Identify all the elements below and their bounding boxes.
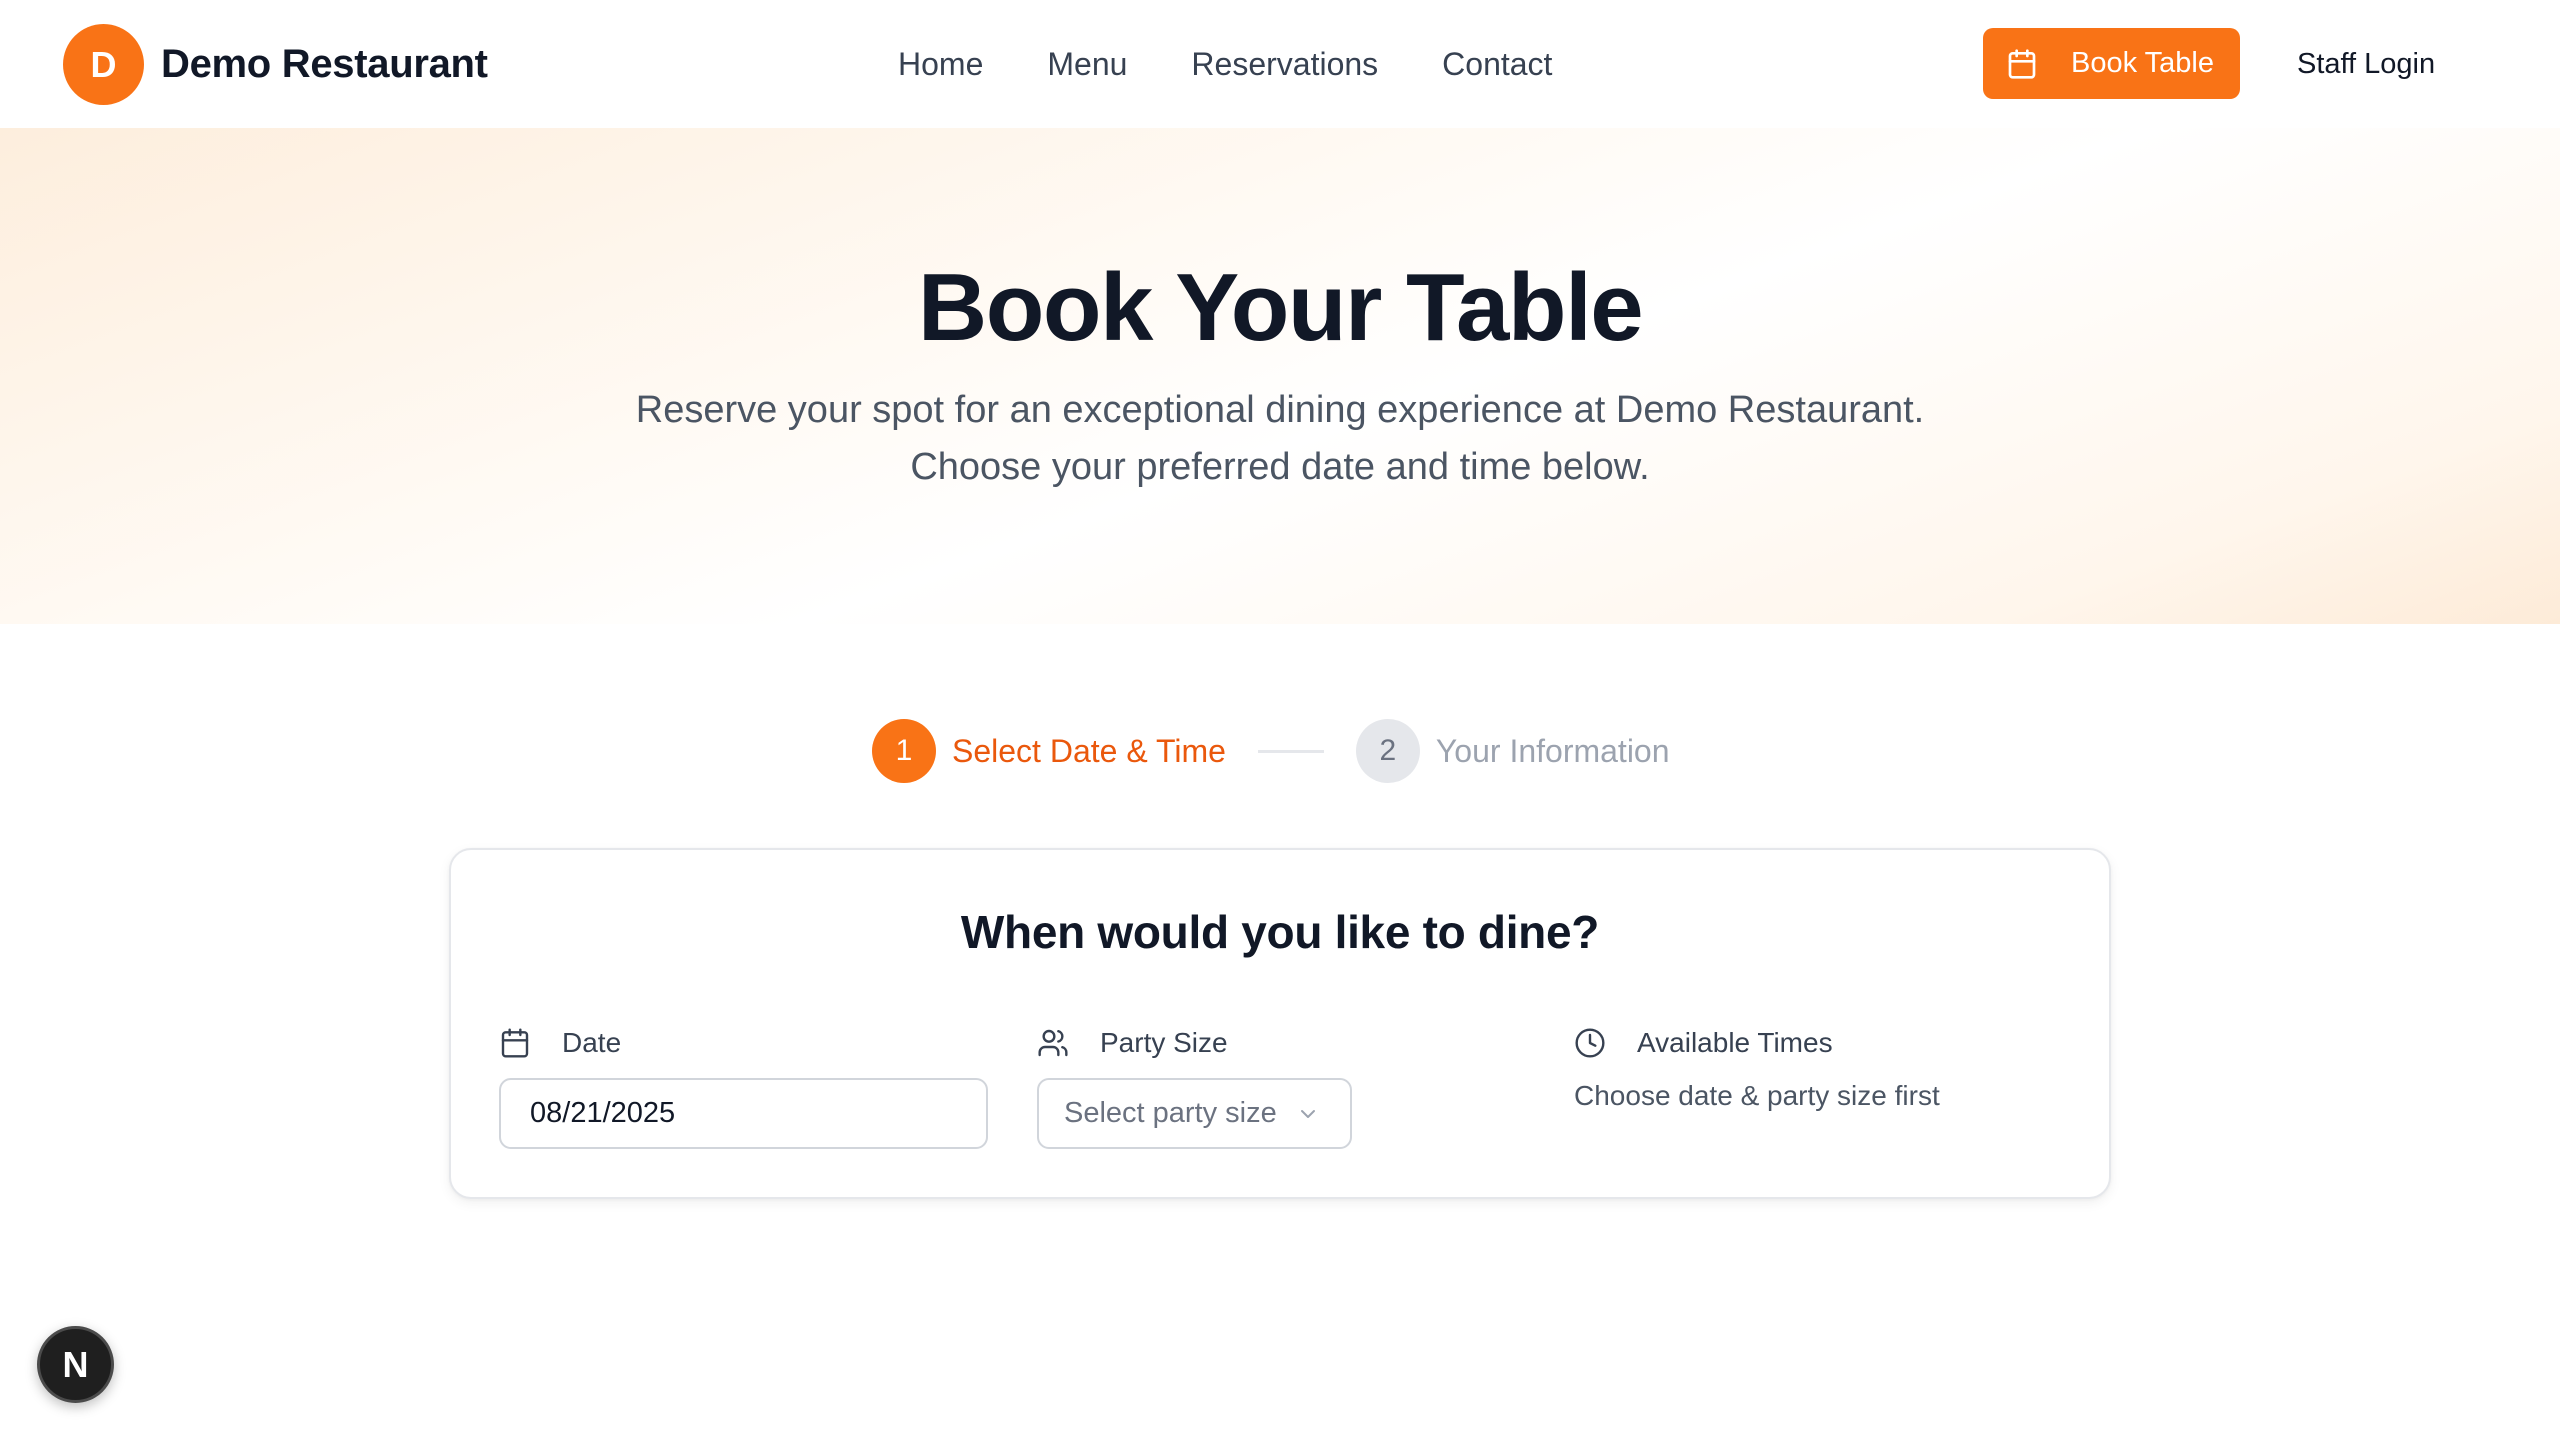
step-number: 2 <box>1355 719 1420 783</box>
step-label: Select Date & Time <box>952 732 1226 769</box>
hero-subtitle-line-1: Reserve your spot for an exceptional din… <box>635 389 1925 431</box>
calendar-icon <box>2006 48 2038 80</box>
hero-subtitle-line-2: Choose your preferred date and time belo… <box>910 446 1650 488</box>
date-label: Date <box>499 1023 621 1063</box>
clock-icon <box>1574 1027 1606 1059</box>
booking-card: When would you like to dine? Date Party … <box>449 848 2111 1199</box>
step-number: 1 <box>872 719 936 783</box>
party-size-label-text: Party Size <box>1100 1027 1228 1058</box>
main-nav: Home Menu Reservations Contact <box>898 40 1552 88</box>
available-times-label-text: Available Times <box>1637 1027 1833 1058</box>
brand[interactable]: D Demo Restaurant <box>63 24 488 105</box>
nav-link-reservations[interactable]: Reservations <box>1191 46 1378 83</box>
site-header: D Demo Restaurant Home Menu Reservations… <box>0 0 2560 128</box>
hero-subtitle: Reserve your spot for an exceptional din… <box>0 382 2560 496</box>
available-times-label: Available Times <box>1574 1023 1833 1063</box>
booking-stepper: 1 Select Date & Time 2 Your Information <box>872 719 1670 783</box>
chevron-down-icon <box>1296 1102 1320 1126</box>
calendar-icon <box>499 1027 531 1059</box>
card-title: When would you like to dine? <box>960 906 1600 958</box>
step-connector <box>1257 749 1324 753</box>
book-table-button[interactable]: Book Table <box>1983 28 2240 99</box>
step-select-date-time: 1 Select Date & Time <box>872 719 1226 783</box>
staff-login-link[interactable]: Staff Login <box>2297 40 2435 88</box>
date-input[interactable] <box>499 1078 988 1149</box>
step-your-information: 2 Your Information <box>1355 719 1670 783</box>
dev-tools-badge[interactable]: N <box>37 1326 114 1403</box>
nav-link-menu[interactable]: Menu <box>1047 46 1127 83</box>
brand-name: Demo Restaurant <box>161 42 488 86</box>
nav-link-contact[interactable]: Contact <box>1442 46 1552 83</box>
party-size-label: Party Size <box>1037 1023 1228 1063</box>
step-label: Your Information <box>1435 732 1670 769</box>
party-size-select[interactable]: Select party size <box>1037 1078 1352 1149</box>
available-times-hint: Choose date & party size first <box>1574 1080 1940 1111</box>
brand-logo: D <box>63 24 144 105</box>
page-title: Book Your Table <box>917 254 1644 361</box>
nav-link-home[interactable]: Home <box>898 46 983 83</box>
hero-section: Book Your Table Reserve your spot for an… <box>0 128 2560 624</box>
book-table-label: Book Table <box>2071 47 2214 79</box>
date-label-text: Date <box>562 1027 622 1058</box>
party-size-placeholder: Select party size <box>1064 1097 1277 1129</box>
users-icon <box>1037 1027 1069 1059</box>
